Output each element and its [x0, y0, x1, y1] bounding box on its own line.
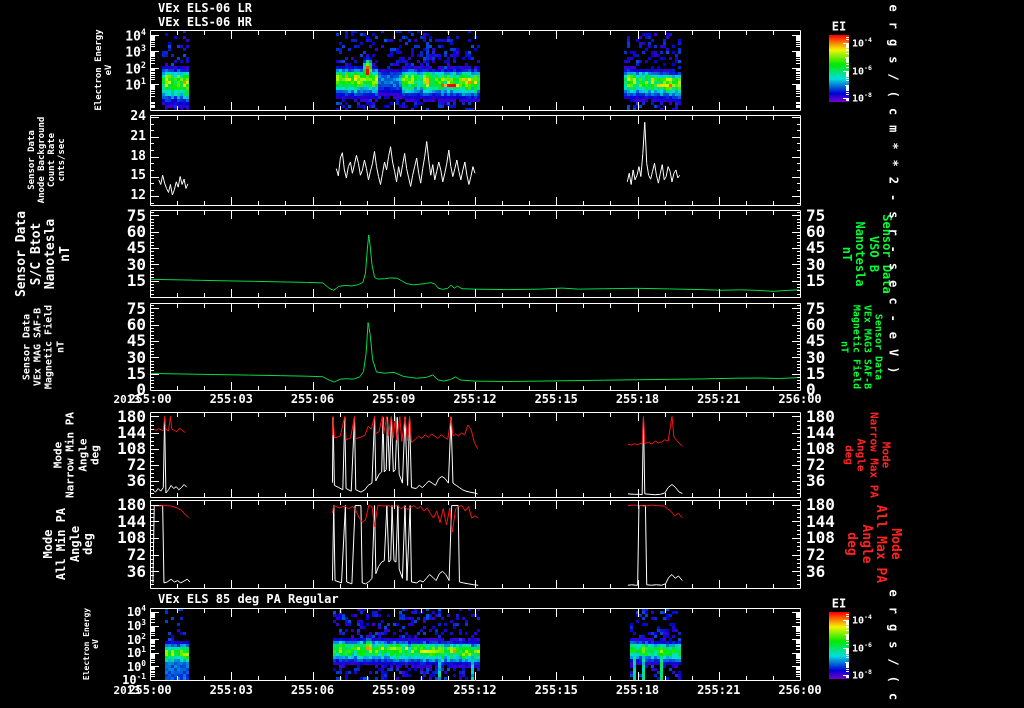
y-tick-label: 102 — [126, 631, 146, 647]
x-tick-label: 256:00 — [778, 683, 822, 697]
colorbar-tick-label: 10-6 — [852, 63, 872, 78]
axis-label-line: All Max PA — [873, 504, 889, 584]
y-tick-label: 36 — [126, 561, 146, 581]
x-tick-label: 255:06 — [290, 392, 335, 406]
axis-label-line: Sensor Data — [21, 313, 33, 381]
y-tick-label: 104 — [125, 26, 146, 45]
y-tick-label-right: 36 — [806, 471, 826, 491]
panel-7-canvas — [150, 608, 801, 681]
y-tick-label: 101 — [125, 76, 146, 94]
axis-label-line: Mode — [41, 529, 56, 559]
y-tick-label: 12 — [130, 188, 146, 204]
x-tick-label: 255:18 — [615, 683, 660, 697]
axis-label-line: Count Rate — [47, 132, 57, 188]
axis-label-line: VSO B — [866, 235, 881, 273]
axis-label-line: Magnetic Field — [44, 304, 55, 390]
axis-label-line: Mode — [888, 528, 904, 560]
colorbar-top-unit-label: ergs/(cm**2-sr-sec-eV) — [886, 4, 901, 384]
axis-label-line: Sensor Data — [26, 130, 37, 190]
y-tick-label: 104 — [126, 604, 146, 620]
axis-label-line: VEx MAG SAF-B — [32, 307, 44, 387]
x-tick-label: 255:06 — [290, 683, 335, 697]
axis-label-line: Narrow Max PA — [867, 411, 881, 499]
colorbar-bottom-canvas — [829, 612, 849, 679]
panel7-title: VEx ELS 85 deg PA Regular — [158, 592, 339, 606]
axis-label-line: Anode Background — [36, 116, 47, 204]
panel-6-canvas — [150, 500, 801, 589]
plot-figure: VEx ELS-06 LR VEx ELS-06 HR VEx ELS 85 d… — [0, 0, 1024, 708]
x-tick-label: 255:00 — [128, 683, 172, 697]
colorbar-bottom-unit-label: ergs/(cm**2-sr-sec-eV) — [886, 590, 901, 708]
colorbar-tick-label: 10-8 — [852, 91, 872, 105]
y-tick-label: 101 — [126, 645, 146, 661]
panel-2-canvas — [150, 115, 801, 206]
x-tick-label: 255:00 — [128, 392, 172, 406]
x-tick-label: 255:18 — [615, 392, 660, 406]
panel-4-canvas — [150, 303, 801, 391]
y-tick-label: 103 — [125, 43, 146, 61]
axis-label-line: Nanotesla — [43, 218, 58, 290]
panel-3-canvas — [150, 210, 801, 298]
x-tick-label: 255:09 — [372, 683, 416, 697]
x-tick-label: 255:03 — [209, 392, 253, 406]
colorbar-tick-label: 10-8 — [852, 668, 872, 682]
colorbar-tick-label: 10-4 — [852, 613, 872, 627]
x-tick-label: 256:00 — [778, 392, 822, 406]
axis-label-line: Sensor Data — [13, 210, 29, 298]
x-tick-label: 255:03 — [209, 683, 253, 697]
panel-1-canvas — [150, 30, 801, 111]
colorbar-bottom-title: EI — [831, 596, 847, 611]
colorbar-top-canvas — [829, 35, 849, 102]
colorbar-tick-label: 10-4 — [852, 36, 872, 50]
x-tick-label: 255:21 — [697, 392, 741, 406]
axis-label-line: S/C Btot — [28, 222, 44, 286]
axis-label-line: Mode — [879, 441, 893, 469]
y-tick-label: 15 — [126, 363, 146, 383]
x-tick-label: 255:15 — [534, 392, 578, 406]
y-tick-label-right: 15 — [806, 270, 826, 290]
y-tick-label: 24 — [130, 108, 146, 124]
y-tick-label: 15 — [126, 270, 146, 290]
x-tick-label: 255:12 — [453, 392, 497, 406]
y-tick-label: 15 — [130, 168, 146, 184]
panel-5-canvas — [150, 412, 801, 498]
x-tick-label: 255:15 — [534, 683, 578, 697]
y-tick-label-right: 36 — [806, 561, 826, 581]
x-tick-label: 255:09 — [372, 392, 416, 406]
y-tick-label: 21 — [130, 128, 146, 144]
panel1-title-lr: VEx ELS-06 LR — [158, 1, 252, 15]
x-tick-label: 255:12 — [453, 683, 497, 697]
y-tick-label: 103 — [126, 618, 146, 634]
y-tick-label: 18 — [130, 148, 146, 164]
y-tick-label: 36 — [126, 471, 146, 491]
colorbar-top-title: EI — [831, 19, 847, 34]
y-tick-label: 102 — [125, 59, 146, 78]
axis-label-line: Sensor Data — [872, 313, 884, 381]
panel1-title-hr: VEx ELS-06 HR — [158, 15, 252, 29]
x-tick-label: 255:21 — [697, 683, 741, 697]
colorbar-tick-label: 10-6 — [852, 640, 872, 655]
